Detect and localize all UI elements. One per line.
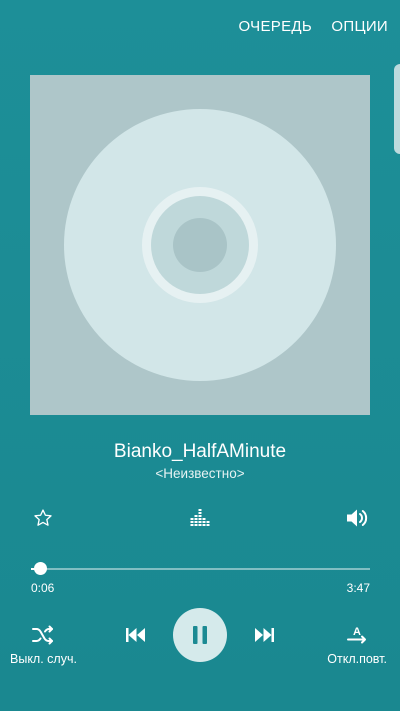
volume-button[interactable] — [341, 502, 373, 534]
next-track-button[interactable] — [249, 620, 279, 650]
repeat-label: Откл.повт. — [327, 652, 387, 666]
volume-icon — [347, 509, 368, 527]
skip-next-icon — [255, 628, 274, 642]
track-title: Bianko_HalfAMinute — [113, 441, 287, 462]
favorite-button[interactable] — [27, 502, 59, 534]
album-art — [30, 75, 370, 415]
pause-icon — [193, 626, 207, 644]
shuffle-label: Выкл. случ. — [10, 652, 77, 666]
seek-bar[interactable] — [31, 562, 370, 575]
repeat-button[interactable]: A — [342, 620, 372, 650]
previous-track-button[interactable] — [121, 620, 151, 650]
star-outline-icon — [34, 509, 52, 526]
repeat-off-icon: A — [347, 626, 366, 644]
play-pause-button[interactable] — [173, 608, 227, 662]
seek-thumb[interactable] — [34, 562, 47, 575]
seek-track — [31, 568, 370, 570]
music-player-screen: ОЧЕРЕДЬ ОПЦИИ Bianko_HalfAMinute <Неизве… — [0, 0, 400, 711]
track-artist: <Неизвестно> — [155, 466, 245, 481]
skip-previous-icon — [126, 628, 145, 642]
top-bar: ОЧЕРЕДЬ ОПЦИИ — [0, 0, 400, 56]
disc-placeholder-icon — [64, 109, 336, 381]
svg-text:A: A — [353, 626, 361, 638]
equalizer-icon — [190, 509, 210, 526]
current-time: 0:06 — [31, 581, 55, 595]
queue-button[interactable]: ОЧЕРЕДЬ — [239, 18, 312, 35]
shuffle-icon — [32, 625, 53, 645]
shuffle-button[interactable] — [26, 620, 60, 650]
equalizer-button[interactable] — [184, 502, 216, 534]
total-duration: 3:47 — [346, 581, 370, 595]
options-button[interactable]: ОПЦИИ — [331, 18, 388, 35]
edge-panel-handle[interactable] — [394, 64, 400, 154]
